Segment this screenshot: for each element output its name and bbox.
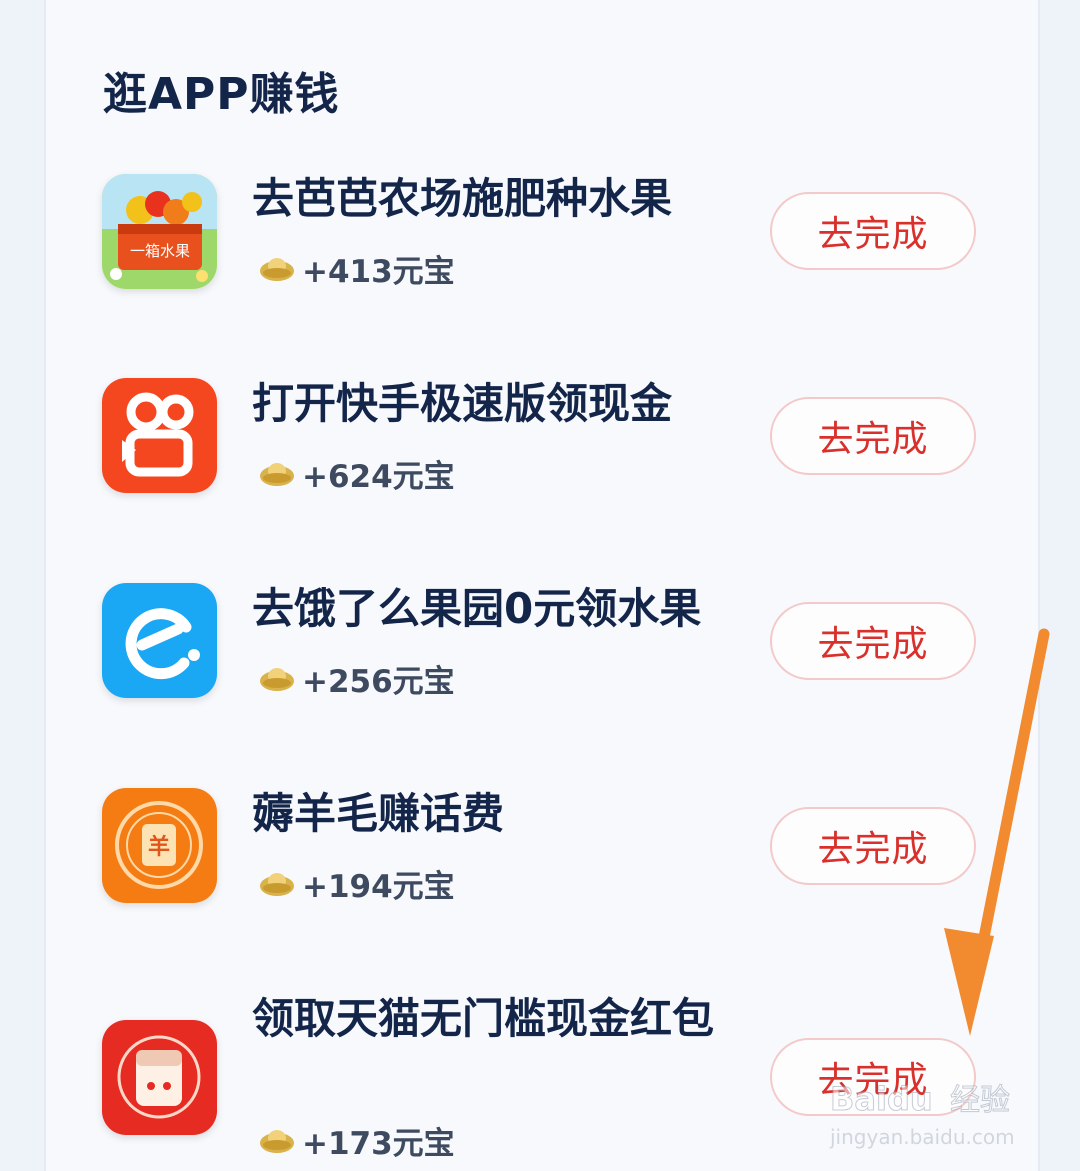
- reward: +413元宝: [258, 248, 455, 290]
- eleme-icon[interactable]: [102, 583, 217, 698]
- task-title: 打开快手极速版领现金: [252, 379, 673, 428]
- reward-text: +194元宝: [302, 868, 455, 905]
- task-item-farm: 一箱水果 去芭芭农场施肥种水果 +413元宝 去完成: [0, 170, 1080, 370]
- fruit-box-icon[interactable]: 一箱水果: [102, 174, 217, 289]
- section-title: 逛APP赚钱: [103, 69, 340, 120]
- svg-text:经验: 经验: [950, 1083, 1010, 1118]
- task-title: 去芭芭农场施肥种水果: [252, 174, 673, 223]
- kuaishou-icon[interactable]: [102, 378, 217, 493]
- annotation-arrow-icon: [944, 628, 1050, 1036]
- ingot-icon: [260, 258, 294, 281]
- tmall-redpacket-icon[interactable]: [102, 1020, 217, 1135]
- reward-text: +173元宝: [302, 1125, 455, 1162]
- task-item-eleme: 去饿了么果园0元领水果 +256元宝 去完成: [0, 580, 1080, 780]
- svg-text:jingyan.baidu.com: jingyan.baidu.com: [829, 1125, 1015, 1149]
- baidu-jingyan-watermark: Baidu 经验 jingyan.baidu.com: [829, 1080, 1015, 1150]
- go-complete-button[interactable]: 去完成: [770, 192, 976, 270]
- svg-text:羊: 羊: [148, 834, 170, 860]
- coin-icon[interactable]: 羊: [102, 788, 217, 903]
- reward: +173元宝: [258, 1120, 455, 1162]
- go-complete-button[interactable]: 去完成: [770, 397, 976, 475]
- ingot-icon: [260, 463, 294, 486]
- ingot-icon: [260, 873, 294, 896]
- reward-text: +413元宝: [302, 253, 455, 290]
- task-title: 领取天猫无门槛现金红包: [252, 994, 715, 1043]
- reward: +256元宝: [258, 658, 455, 700]
- reward-text: +624元宝: [302, 458, 455, 495]
- ingot-icon: [260, 1130, 294, 1153]
- svg-text:Baidu: Baidu: [830, 1080, 933, 1118]
- reward-text: +256元宝: [302, 663, 455, 700]
- task-title: 薅羊毛赚话费: [252, 789, 505, 838]
- ingot-icon: [260, 668, 294, 691]
- task-item-kuaishou: 打开快手极速版领现金 +624元宝 去完成: [0, 375, 1080, 575]
- reward: +624元宝: [258, 453, 455, 495]
- reward: +194元宝: [258, 863, 455, 905]
- task-item-coin: 羊 薅羊毛赚话费 +194元宝 去完成: [0, 785, 1080, 985]
- task-title: 去饿了么果园0元领水果: [252, 584, 702, 633]
- svg-text:一箱水果: 一箱水果: [130, 242, 190, 260]
